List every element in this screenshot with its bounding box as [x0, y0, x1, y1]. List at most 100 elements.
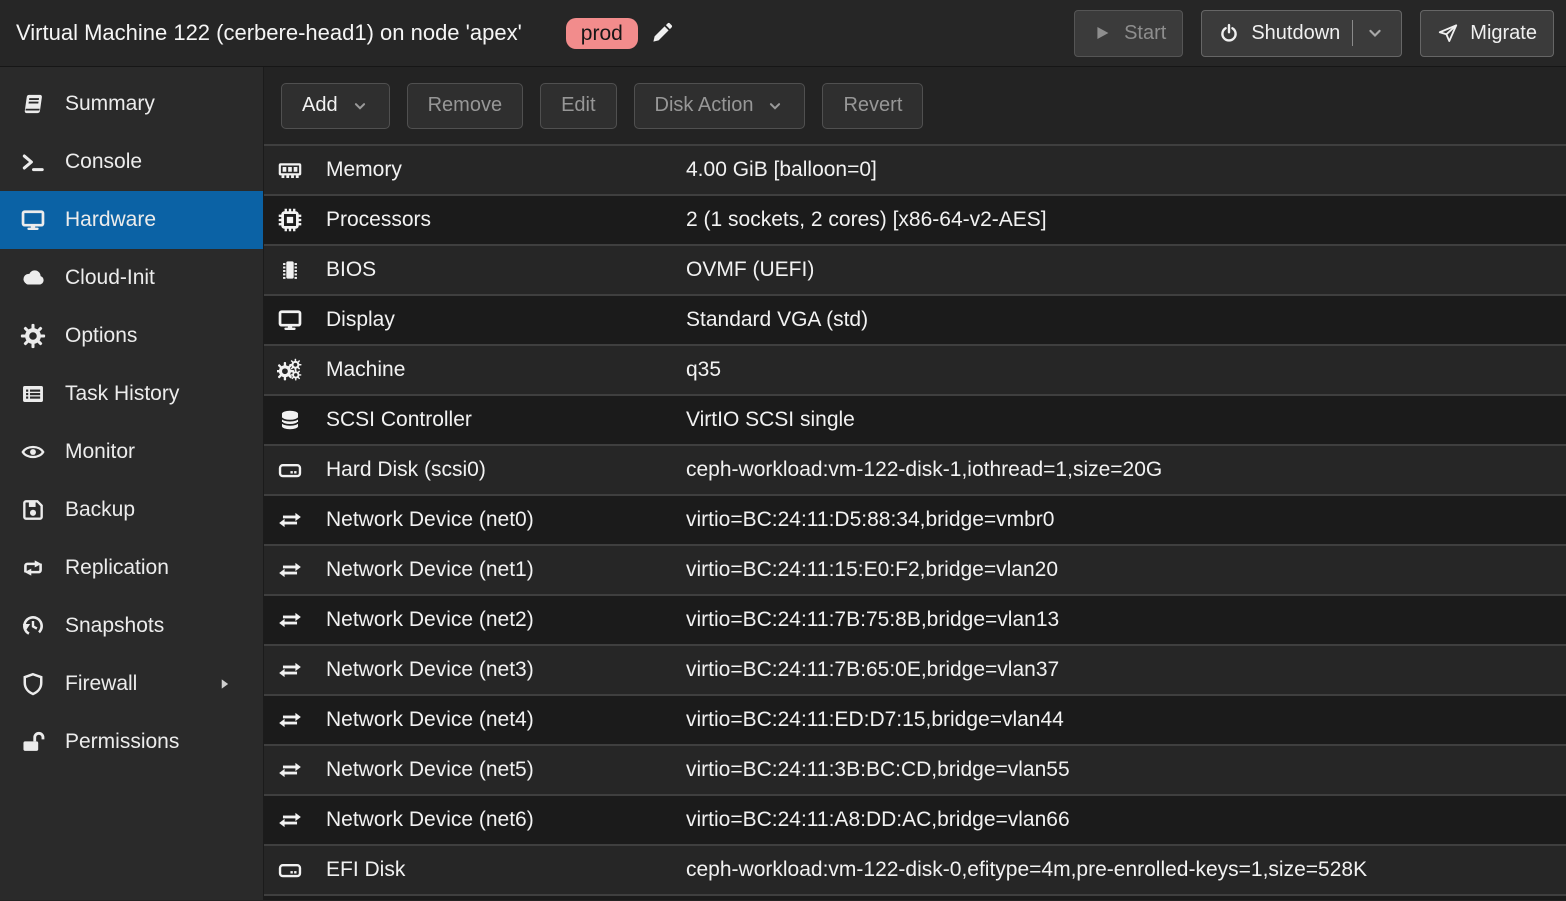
exchange-icon [276, 707, 304, 733]
database-icon [276, 407, 304, 433]
hardware-key: Network Device (net0) [326, 508, 686, 532]
hardware-value: ceph-workload:vm-122-disk-0,efitype=4m,p… [686, 858, 1367, 882]
button-label: Add [302, 94, 338, 117]
chevron-down-icon[interactable] [1365, 23, 1385, 43]
hardware-value: VirtIO SCSI single [686, 408, 855, 432]
migrate-button[interactable]: Migrate [1420, 10, 1554, 57]
hardware-row-hard-disk-scsi0[interactable]: Hard Disk (scsi0)ceph-workload:vm-122-di… [264, 444, 1566, 494]
hardware-toolbar: Add Remove Edit Disk Action Revert [264, 67, 1566, 144]
hardware-row-network-device-net2[interactable]: Network Device (net2)virtio=BC:24:11:7B:… [264, 594, 1566, 644]
exchange-icon [276, 757, 304, 783]
add-button[interactable]: Add [281, 83, 390, 129]
hardware-row-network-device-net0[interactable]: Network Device (net0)virtio=BC:24:11:D5:… [264, 494, 1566, 544]
sidebar-item-label: Hardware [65, 208, 156, 232]
sidebar-item-firewall[interactable]: Firewall [0, 655, 263, 713]
hardware-key: Machine [326, 358, 686, 382]
vm-tag-prod[interactable]: prod [566, 18, 638, 49]
hardware-value: Standard VGA (std) [686, 308, 868, 332]
hardware-key: SCSI Controller [326, 408, 686, 432]
send-icon [1437, 22, 1459, 44]
button-label: Edit [561, 94, 595, 117]
history-icon [18, 613, 48, 639]
hardware-key: Network Device (net6) [326, 808, 686, 832]
cpu-icon [276, 207, 304, 233]
hardware-key: Processors [326, 208, 686, 232]
sidebar-item-label: Backup [65, 498, 135, 522]
vm-header: Virtual Machine 122 (cerbere-head1) on n… [0, 0, 1566, 67]
hardware-value: 2 (1 sockets, 2 cores) [x86-64-v2-AES] [686, 208, 1047, 232]
unlock-icon [18, 729, 48, 755]
sidebar-item-snapshots[interactable]: Snapshots [0, 597, 263, 655]
hardware-key: Network Device (net1) [326, 558, 686, 582]
list-icon [18, 381, 48, 407]
button-label: Revert [843, 94, 902, 117]
sidebar-item-monitor[interactable]: Monitor [0, 423, 263, 481]
eye-icon [18, 439, 48, 465]
hardware-key: EFI Disk [326, 858, 686, 882]
pencil-icon[interactable] [650, 21, 674, 45]
hardware-row-network-device-net1[interactable]: Network Device (net1)virtio=BC:24:11:15:… [264, 544, 1566, 594]
remove-button: Remove [407, 83, 523, 129]
hardware-row-network-device-net3[interactable]: Network Device (net3)virtio=BC:24:11:7B:… [264, 644, 1566, 694]
button-divider [1352, 20, 1353, 46]
sidebar-item-task-history[interactable]: Task History [0, 365, 263, 423]
button-label: Start [1124, 22, 1166, 45]
sidebar-item-hardware[interactable]: Hardware [0, 191, 263, 249]
hardware-key: Display [326, 308, 686, 332]
sidebar-item-label: Monitor [65, 440, 135, 464]
hdd-icon [276, 857, 304, 883]
start-button: Start [1074, 10, 1183, 57]
hardware-value: virtio=BC:24:11:A8:DD:AC,bridge=vlan66 [686, 808, 1070, 832]
gear-icon [18, 323, 48, 349]
sidebar-item-label: Options [65, 324, 137, 348]
floppy-icon [18, 497, 48, 523]
chevron-down-icon [351, 97, 369, 115]
hardware-table: Memory4.00 GiB [balloon=0]Processors2 (1… [264, 144, 1566, 900]
hardware-row-processors[interactable]: Processors2 (1 sockets, 2 cores) [x86-64… [264, 194, 1566, 244]
sidebar-item-label: Snapshots [65, 614, 164, 638]
sidebar-item-permissions[interactable]: Permissions [0, 713, 263, 771]
cloud-icon [18, 265, 48, 291]
hardware-row-display[interactable]: DisplayStandard VGA (std) [264, 294, 1566, 344]
desktop-icon [18, 207, 48, 233]
hardware-row-bios[interactable]: BIOSOVMF (UEFI) [264, 244, 1566, 294]
exchange-icon [276, 557, 304, 583]
hardware-row-network-device-net4[interactable]: Network Device (net4)virtio=BC:24:11:ED:… [264, 694, 1566, 744]
hardware-row-scsi-controller[interactable]: SCSI ControllerVirtIO SCSI single [264, 394, 1566, 444]
cogs-icon [276, 357, 304, 383]
page-title: Virtual Machine 122 (cerbere-head1) on n… [16, 20, 522, 46]
sidebar-item-summary[interactable]: Summary [0, 75, 263, 133]
exchange-icon [276, 607, 304, 633]
sidebar-item-console[interactable]: Console [0, 133, 263, 191]
hardware-row-efi-disk[interactable]: EFI Diskceph-workload:vm-122-disk-0,efit… [264, 844, 1566, 894]
hardware-row-network-device-net6[interactable]: Network Device (net6)virtio=BC:24:11:A8:… [264, 794, 1566, 844]
sidebar-item-label: Replication [65, 556, 169, 580]
hardware-key: Memory [326, 158, 686, 182]
hardware-value: virtio=BC:24:11:7B:65:0E,bridge=vlan37 [686, 658, 1059, 682]
hardware-row-machine[interactable]: Machineq35 [264, 344, 1566, 394]
power-icon [1218, 22, 1240, 44]
hardware-row-network-device-net5[interactable]: Network Device (net5)virtio=BC:24:11:3B:… [264, 744, 1566, 794]
disk-action-button: Disk Action [634, 83, 806, 129]
exchange-icon [276, 657, 304, 683]
hardware-key: Network Device (net3) [326, 658, 686, 682]
sidebar-item-replication[interactable]: Replication [0, 539, 263, 597]
memory-icon [276, 157, 304, 183]
button-label: Shutdown [1251, 22, 1340, 45]
hardware-value: virtio=BC:24:11:15:E0:F2,bridge=vlan20 [686, 558, 1058, 582]
hardware-key: BIOS [326, 258, 686, 282]
hardware-row-memory[interactable]: Memory4.00 GiB [balloon=0] [264, 144, 1566, 194]
shutdown-button[interactable]: Shutdown [1201, 10, 1402, 57]
sidebar-item-options[interactable]: Options [0, 307, 263, 365]
revert-button: Revert [822, 83, 923, 129]
caret-right-icon[interactable] [215, 675, 233, 693]
chevron-down-icon [766, 97, 784, 115]
hdd-icon [276, 457, 304, 483]
hardware-key: Hard Disk (scsi0) [326, 458, 686, 482]
hardware-value: virtio=BC:24:11:ED:D7:15,bridge=vlan44 [686, 708, 1064, 732]
header-actions: Start Shutdown Migrate [1074, 10, 1554, 57]
sidebar-item-backup[interactable]: Backup [0, 481, 263, 539]
sidebar-item-label: Cloud-Init [65, 266, 155, 290]
sidebar-item-cloud-init[interactable]: Cloud-Init [0, 249, 263, 307]
exchange-icon [276, 807, 304, 833]
